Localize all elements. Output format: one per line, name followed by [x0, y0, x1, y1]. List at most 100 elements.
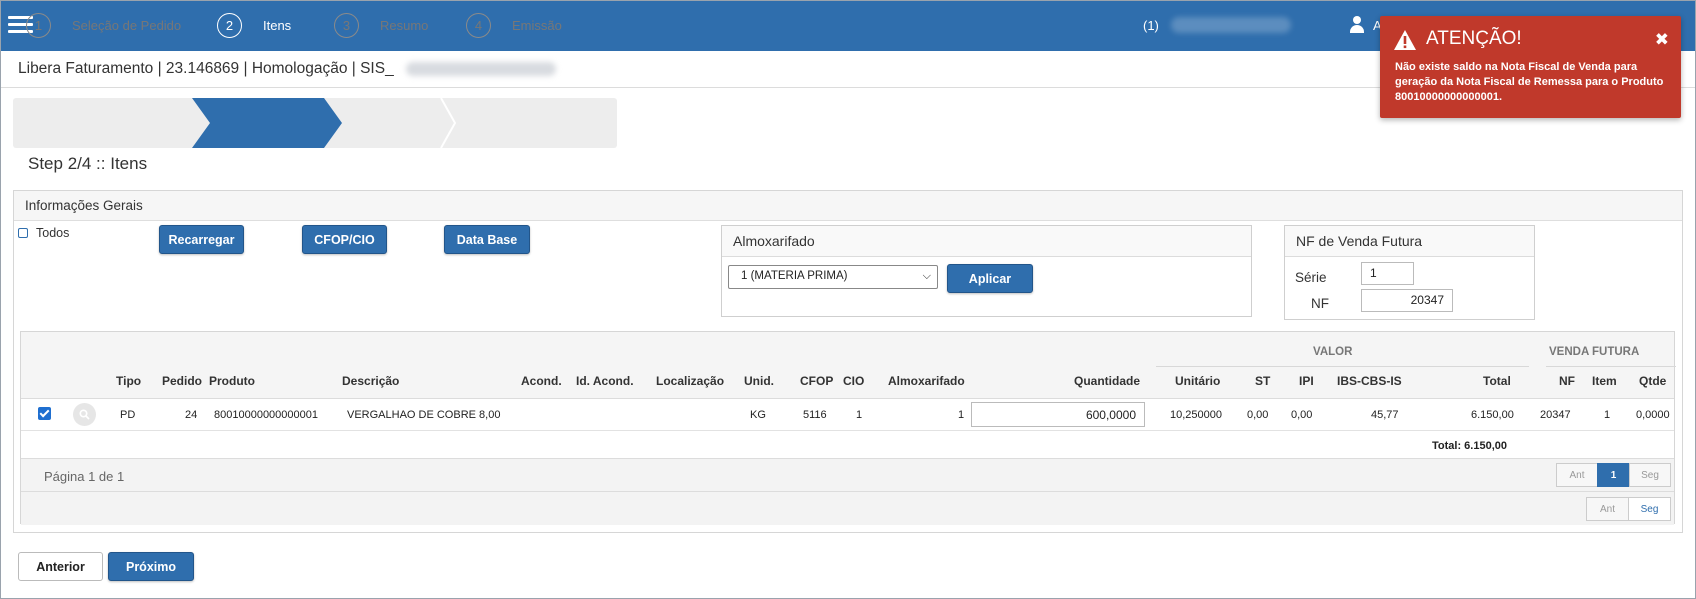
- wizard-step-2[interactable]: 2 Itens: [217, 0, 291, 50]
- quantity-input[interactable]: 600,0000: [971, 402, 1145, 427]
- cell-ibs-cbs-is: 45,77: [1371, 409, 1399, 421]
- col-st[interactable]: ST: [1255, 374, 1270, 388]
- pager-prev[interactable]: Ant: [1556, 463, 1598, 487]
- select-all-label: Todos: [36, 226, 70, 240]
- step-number: 2: [217, 12, 242, 38]
- col-qtde[interactable]: Qtde: [1639, 374, 1666, 388]
- wizard-step-3[interactable]: 3 Resumo: [334, 0, 428, 50]
- col-id-acond[interactable]: Id. Acond.: [576, 374, 634, 388]
- col-almoxarifado[interactable]: Almoxarifado: [888, 374, 965, 388]
- col-ibs-cbs-is[interactable]: IBS-CBS-IS: [1337, 374, 1402, 388]
- col-ipi[interactable]: IPI: [1299, 374, 1314, 388]
- cell-unitario: 10,250000: [1170, 409, 1222, 421]
- group-valor: VALOR: [1313, 346, 1353, 358]
- col-pedido[interactable]: Pedido: [162, 374, 202, 388]
- cell-almoxarifado: 1: [958, 409, 965, 421]
- almoxarifado-title: Almoxarifado: [722, 226, 1251, 257]
- cell-pedido: 24: [185, 409, 198, 421]
- reload-button[interactable]: Recarregar: [159, 225, 244, 254]
- group-valor-line: [1156, 366, 1529, 367]
- next-button[interactable]: Próximo: [108, 552, 194, 581]
- cell-cfop: 5116: [803, 409, 827, 421]
- chevron-down-icon: ⌵: [922, 270, 931, 282]
- warning-icon: [1394, 30, 1416, 50]
- search-icon[interactable]: [73, 403, 96, 426]
- select-all[interactable]: Todos: [18, 226, 69, 240]
- group-venda-futura: VENDA FUTURA: [1549, 346, 1640, 358]
- col-cio[interactable]: CIO: [843, 374, 864, 388]
- cell-tipo: PD: [120, 409, 136, 421]
- wizard-step-4[interactable]: 4 Emissão: [466, 0, 562, 50]
- page-info: Página 1 de 1: [44, 469, 125, 484]
- step-number: 1: [26, 12, 51, 38]
- step-separator-icon: [440, 98, 457, 148]
- cfop-cio-button[interactable]: CFOP/CIO: [302, 225, 387, 254]
- cell-qtde: 0,0000: [1636, 409, 1670, 421]
- col-cfop[interactable]: CFOP: [800, 374, 833, 388]
- panel-title: Informações Gerais: [14, 191, 1682, 221]
- notification-count[interactable]: (1): [1143, 18, 1159, 33]
- step-title: Step 2/4 :: Itens: [28, 154, 148, 173]
- previous-button[interactable]: Anterior: [18, 552, 103, 581]
- col-acond[interactable]: Acond.: [521, 374, 562, 388]
- pager: Página 1 de 1 Ant 1 Seg: [21, 459, 1674, 492]
- select-all-checkbox[interactable]: [18, 228, 28, 238]
- table-row: PD 24 80010000000000001 VERGALHAO DE COB…: [21, 399, 1674, 431]
- step-label: Emissão: [512, 17, 562, 33]
- page-subtitle: Libera Faturamento | 23.146869 | Homolog…: [18, 60, 394, 77]
- redacted-company: [1171, 17, 1291, 33]
- col-item[interactable]: Item: [1592, 374, 1617, 388]
- pager-next-secondary[interactable]: Seg: [1628, 497, 1671, 521]
- col-tipo[interactable]: Tipo: [116, 374, 141, 388]
- cell-item: 1: [1604, 409, 1611, 421]
- col-produto[interactable]: Produto: [209, 374, 255, 388]
- step-number: 3: [334, 12, 359, 38]
- nf-label: NF: [1311, 296, 1329, 311]
- cell-nf: 20347: [1540, 409, 1571, 421]
- pager-secondary: Ant Seg: [21, 492, 1674, 525]
- pager-next[interactable]: Seg: [1629, 463, 1671, 487]
- total-row: Total: 6.150,00: [21, 431, 1674, 459]
- almoxarifado-select[interactable]: 1 (MATERIA PRIMA) ⌵: [728, 265, 938, 289]
- pager-prev-secondary[interactable]: Ant: [1586, 497, 1629, 521]
- step-label: Seleção de Pedido: [72, 17, 182, 33]
- warning-alert: ATENÇÃO! ✖ Não existe saldo na Nota Fisc…: [1380, 16, 1681, 118]
- alert-message: Não existe saldo na Nota Fiscal de Venda…: [1395, 61, 1664, 103]
- data-base-button[interactable]: Data Base: [444, 225, 530, 254]
- almoxarifado-selected: 1 (MATERIA PRIMA): [741, 270, 848, 282]
- cell-st: 0,00: [1247, 409, 1269, 421]
- serie-input[interactable]: 1: [1361, 262, 1414, 285]
- redacted-system: [406, 62, 556, 76]
- step-label: Itens: [263, 17, 292, 33]
- close-icon[interactable]: ✖: [1655, 30, 1669, 50]
- grand-total: Total: 6.150,00: [1432, 440, 1507, 452]
- cell-ipi: 0,00: [1291, 409, 1313, 421]
- step-number: 4: [466, 12, 491, 38]
- col-nf[interactable]: NF: [1559, 374, 1575, 388]
- cell-produto: 80010000000000001: [214, 409, 319, 421]
- alert-title: ATENÇÃO!: [1426, 28, 1522, 49]
- step-label: Resumo: [380, 17, 429, 33]
- col-unitario[interactable]: Unitário: [1175, 374, 1220, 388]
- row-checkbox[interactable]: [38, 407, 51, 420]
- nf-input[interactable]: 20347: [1361, 289, 1453, 312]
- pager-page-1[interactable]: 1: [1597, 463, 1630, 487]
- col-descricao[interactable]: Descrição: [342, 374, 399, 388]
- col-unid[interactable]: Unid.: [744, 374, 774, 388]
- cell-descricao: VERGALHAO DE COBRE 8,00: [347, 409, 501, 421]
- cell-cio: 1: [856, 409, 863, 421]
- user-icon[interactable]: [1349, 16, 1365, 33]
- items-grid: VALOR VENDA FUTURA Tipo Pedido Produto D…: [20, 331, 1676, 525]
- apply-button[interactable]: Aplicar: [947, 264, 1033, 293]
- col-localizacao[interactable]: Localização: [656, 374, 724, 388]
- cell-total: 6.150,00: [1471, 409, 1514, 421]
- col-quantidade[interactable]: Quantidade: [1074, 374, 1140, 388]
- nf-venda-futura-title: NF de Venda Futura: [1285, 226, 1534, 257]
- serie-label: Série: [1295, 270, 1327, 285]
- wizard-active-step-bg: [192, 98, 342, 148]
- col-total[interactable]: Total: [1483, 374, 1511, 388]
- group-venda-futura-line: [1546, 366, 1676, 367]
- cell-unid: KG: [750, 409, 766, 421]
- grid-header: VALOR VENDA FUTURA Tipo Pedido Produto D…: [21, 332, 1676, 399]
- wizard-step-1[interactable]: 1 Seleção de Pedido: [26, 0, 181, 50]
